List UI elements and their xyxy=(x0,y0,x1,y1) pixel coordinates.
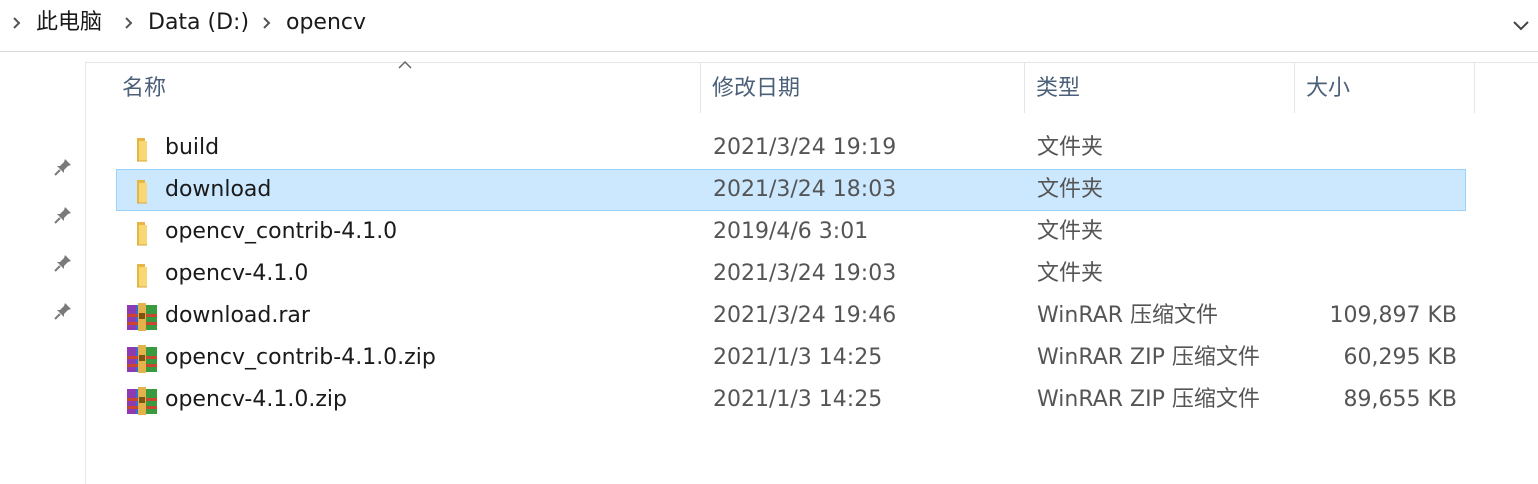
winrar-archive-icon xyxy=(127,345,157,373)
file-date: 2021/1/3 14:25 xyxy=(713,387,883,412)
file-type: 文件夹 xyxy=(1037,177,1104,202)
file-type: 文件夹 xyxy=(1037,261,1104,286)
pin-icon[interactable] xyxy=(52,156,74,178)
file-type: 文件夹 xyxy=(1037,219,1104,244)
breadcrumb-data-drive[interactable]: Data (D:) xyxy=(148,8,249,38)
winrar-archive-icon xyxy=(127,387,157,415)
file-size: 60,295 KB xyxy=(1343,345,1458,370)
winrar-archive-icon xyxy=(127,303,157,331)
file-type: WinRAR ZIP 压缩文件 xyxy=(1037,345,1260,370)
file-date: 2021/3/24 19:19 xyxy=(713,135,897,160)
file-row[interactable]: download.rar 2021/3/24 19:46 WinRAR 压缩文件 10… xyxy=(116,295,1466,337)
column-header-name[interactable]: 名称 xyxy=(110,63,700,115)
file-row[interactable]: opencv_contrib-4.1.0 2019/4/6 3:01 文件夹 xyxy=(116,211,1466,253)
file-name: opencv-4.1.0 xyxy=(165,261,309,286)
file-date: 2021/3/24 19:03 xyxy=(713,261,897,286)
file-name: build xyxy=(165,135,220,160)
chevron-down-icon[interactable] xyxy=(1508,12,1534,38)
file-row[interactable]: download 2021/3/24 18:03 文件夹 xyxy=(116,169,1466,211)
chevron-right-icon[interactable] xyxy=(260,12,274,34)
column-header-type[interactable]: 类型 xyxy=(1024,63,1294,115)
file-name: opencv_contrib-4.1.0 xyxy=(165,219,398,244)
file-type: WinRAR ZIP 压缩文件 xyxy=(1037,387,1260,412)
breadcrumb-opencv[interactable]: opencv xyxy=(286,8,366,38)
column-separator[interactable] xyxy=(1474,63,1475,113)
file-size: 89,655 KB xyxy=(1343,387,1458,412)
file-row[interactable]: opencv_contrib-4.1.0.zip 2021/1/3 14:25 Wi… xyxy=(116,337,1466,379)
file-type: WinRAR 压缩文件 xyxy=(1037,303,1219,328)
file-date: 2021/1/3 14:25 xyxy=(713,345,883,370)
pin-icon[interactable] xyxy=(52,252,74,274)
file-name: download xyxy=(165,177,272,202)
folder-icon xyxy=(137,264,147,288)
folder-icon xyxy=(137,180,147,204)
file-size: 109,897 KB xyxy=(1329,303,1458,328)
file-name: opencv-4.1.0.zip xyxy=(165,387,347,412)
file-name: download.rar xyxy=(165,303,310,328)
column-header-date[interactable]: 修改日期 xyxy=(700,63,1024,115)
folder-icon xyxy=(137,138,147,162)
file-date: 2019/4/6 3:01 xyxy=(713,219,869,244)
chevron-right-icon[interactable] xyxy=(122,12,136,34)
pin-icon[interactable] xyxy=(52,204,74,226)
file-type: 文件夹 xyxy=(1037,135,1104,160)
file-row[interactable]: build 2021/3/24 19:19 文件夹 xyxy=(116,127,1466,169)
column-header-size[interactable]: 大小 xyxy=(1294,63,1474,115)
file-date: 2021/3/24 19:46 xyxy=(713,303,897,328)
breadcrumb-this-pc[interactable]: 此电脑 xyxy=(36,8,102,38)
navigation-pane xyxy=(0,62,86,484)
folder-icon xyxy=(137,222,147,246)
pin-icon[interactable] xyxy=(52,300,74,322)
address-bar[interactable]: 此电脑 Data (D:) opencv xyxy=(0,0,1538,52)
file-row[interactable]: opencv-4.1.0 2021/3/24 19:03 文件夹 xyxy=(116,253,1466,295)
file-row[interactable]: opencv-4.1.0.zip 2021/1/3 14:25 WinRAR ZIP… xyxy=(116,379,1466,421)
file-date: 2021/3/24 18:03 xyxy=(713,177,897,202)
file-name: opencv_contrib-4.1.0.zip xyxy=(165,345,436,370)
chevron-right-icon[interactable] xyxy=(10,12,24,34)
